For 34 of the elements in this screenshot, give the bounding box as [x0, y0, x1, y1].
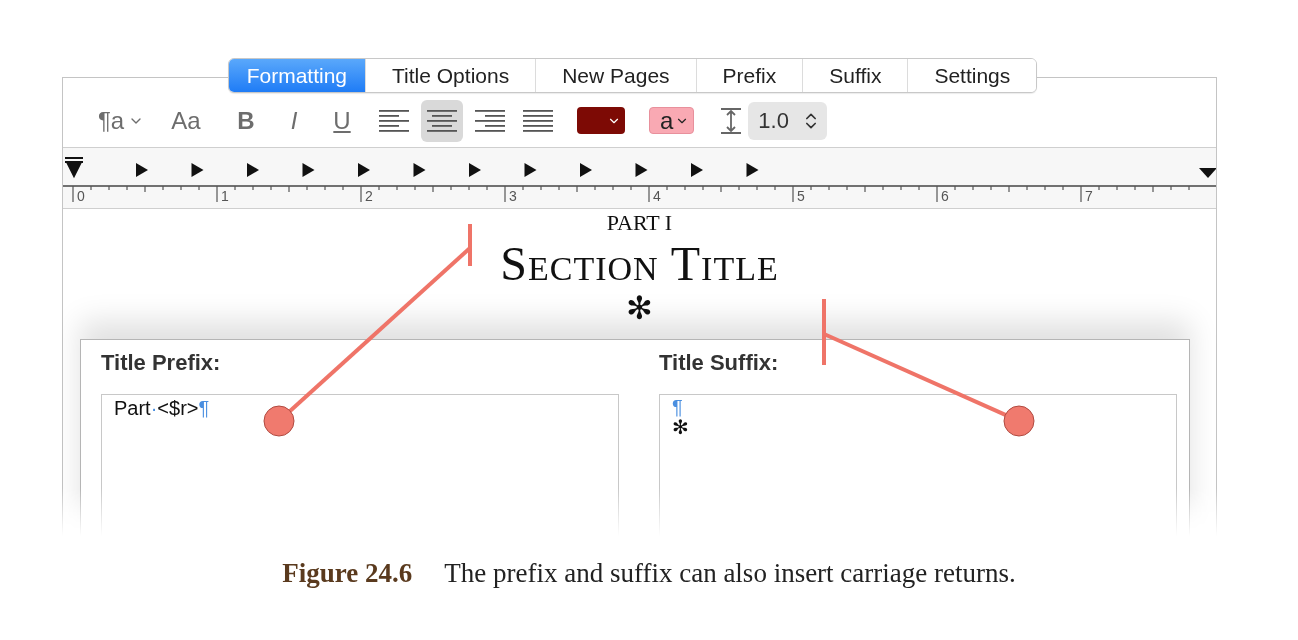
- align-left-icon: [379, 109, 409, 132]
- ruler-number: 4: [653, 188, 661, 204]
- line-spacing-icon: [720, 107, 743, 134]
- ruler-number: 1: [221, 188, 229, 204]
- field-label: Title Suffix:: [659, 350, 780, 376]
- align-justify-icon: [523, 109, 553, 132]
- tab[interactable]: New Pages: [535, 59, 696, 92]
- figure-caption: The prefix and suffix can also insert carriage returns.: [444, 558, 1016, 588]
- italic-button[interactable]: I: [273, 99, 315, 142]
- ruler-number: 3: [509, 188, 517, 204]
- line-spacing-stepper[interactable]: 1.0: [748, 101, 827, 140]
- ruler-number: 0: [77, 188, 85, 204]
- field-label: Title Prefix:: [101, 350, 222, 376]
- align-center-icon: [427, 109, 457, 132]
- paragraph-style-button[interactable]: ¶a: [91, 99, 151, 142]
- highlight-button[interactable]: a: [649, 107, 695, 134]
- ornament: ✻: [626, 289, 653, 327]
- ruler-number: 6: [941, 188, 949, 204]
- ruler-number: 2: [365, 188, 373, 204]
- part-label: PART I: [606, 210, 673, 236]
- text-color-button[interactable]: [577, 107, 625, 134]
- ruler-number: 5: [797, 188, 805, 204]
- tab[interactable]: Title Options: [365, 59, 536, 92]
- section-title: Section Title: [500, 236, 779, 291]
- tab[interactable]: Suffix: [802, 59, 908, 92]
- tab[interactable]: Settings: [907, 59, 1037, 92]
- font-button[interactable]: Aa: [165, 99, 207, 142]
- bold-button[interactable]: B: [225, 99, 267, 142]
- ruler-number: 7: [1085, 188, 1093, 204]
- tab[interactable]: Prefix: [695, 59, 803, 92]
- align-right-icon: [475, 109, 505, 132]
- figure-number: Figure 24.6: [282, 558, 413, 588]
- underline-button[interactable]: U: [321, 99, 363, 142]
- alignment-button[interactable]: [421, 99, 463, 142]
